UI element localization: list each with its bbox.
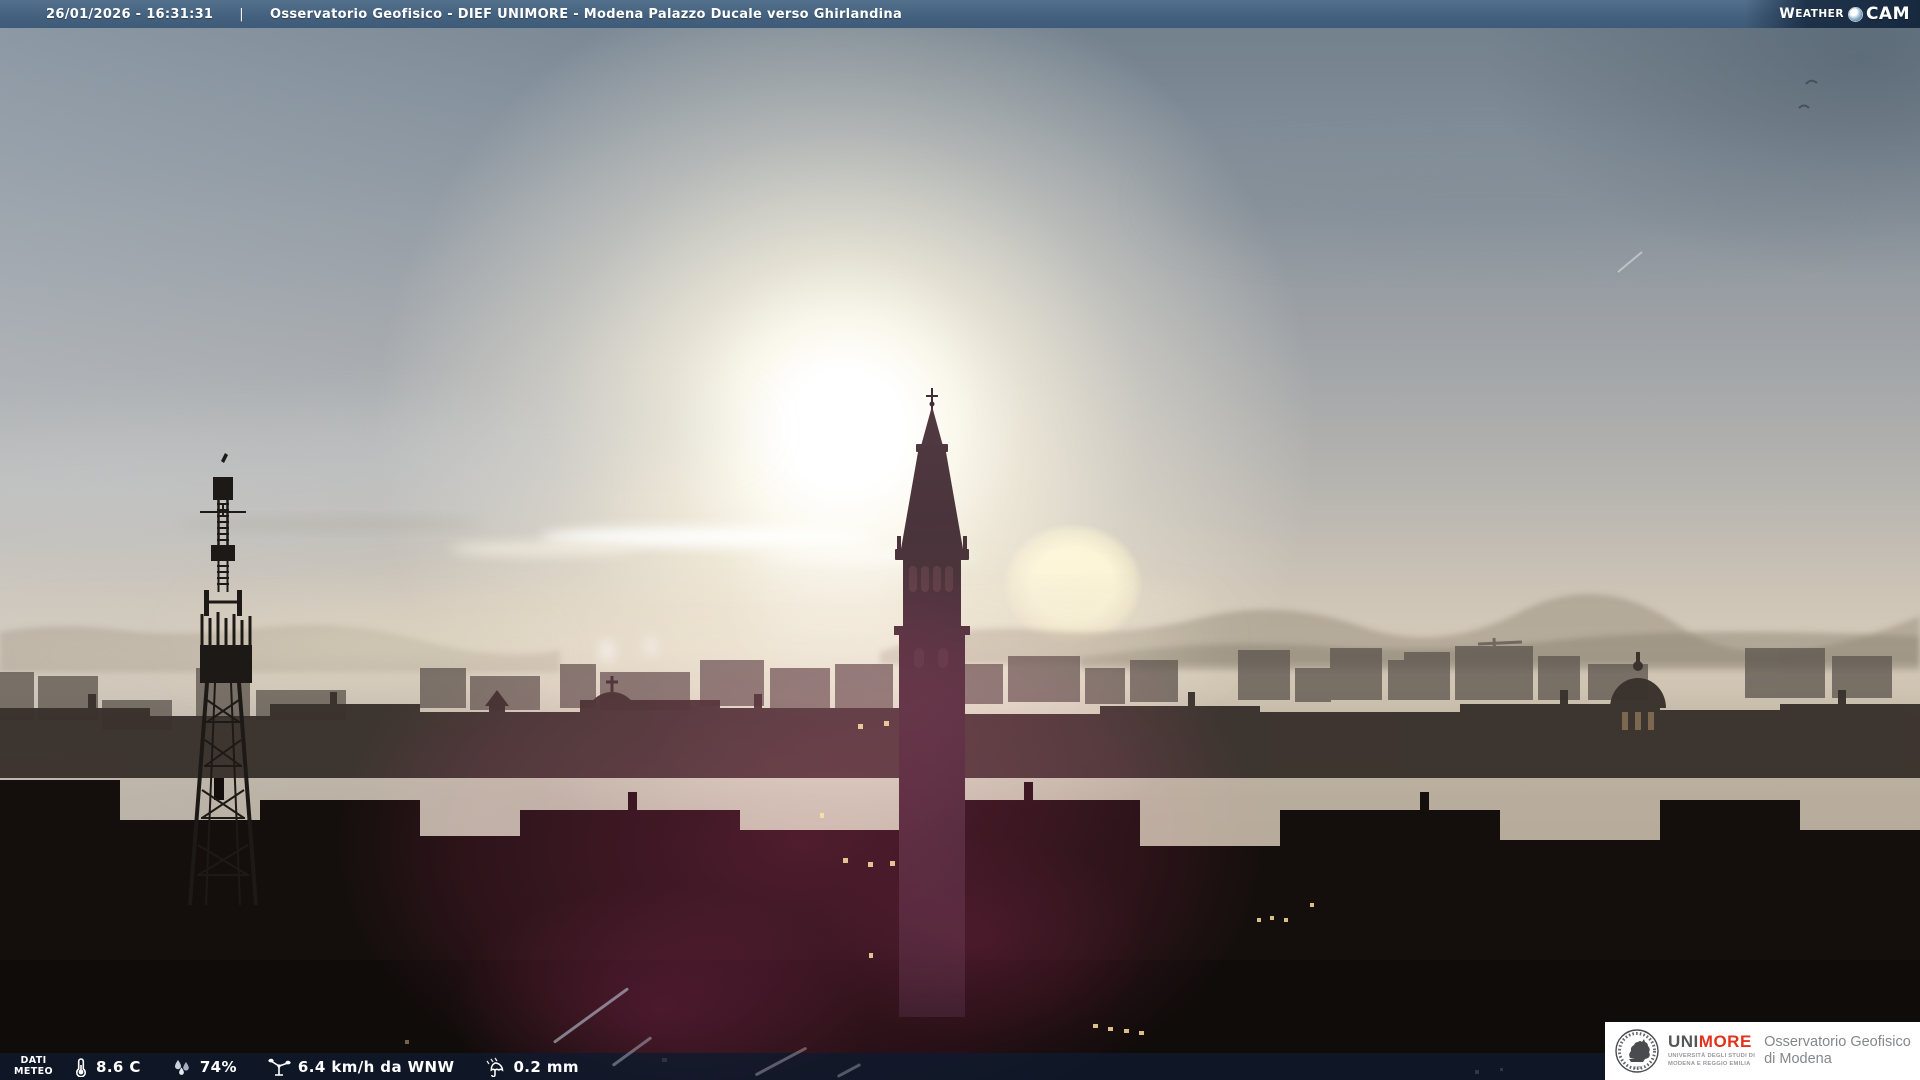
rain-umbrella-icon xyxy=(486,1057,504,1077)
timestamp-bar: 26/01/2026 - 16:31:31 | Osservatorio Geo… xyxy=(0,0,1920,28)
wind-value: 6.4 km/h da WNW xyxy=(297,1057,455,1076)
wind-item: 6.4 km/h da WNW xyxy=(267,1057,455,1077)
webcam-photo-scene xyxy=(0,79,1920,1080)
thermometer-icon xyxy=(76,1057,86,1077)
rain-value: 0.2 mm xyxy=(513,1057,579,1076)
datetime-text: 26/01/2026 - 16:31:31 xyxy=(46,6,214,22)
unimore-logo-box: 1175 UNIMORE UNIVERSITÀ DEGLI STUDI DI M… xyxy=(1605,1022,1920,1080)
weathercam-logo-w: W xyxy=(1779,6,1796,22)
weathercam-logo-eather: EATHER xyxy=(1795,8,1844,20)
rain-item: 0.2 mm xyxy=(484,1057,579,1077)
unimore-seal-icon: 1175 xyxy=(1615,1029,1659,1073)
observatory-name: Osservatorio Geofisico di Modena xyxy=(1764,1033,1911,1067)
separator-text: | xyxy=(239,6,244,22)
unimore-uni-text: UNI xyxy=(1668,1032,1699,1052)
unimore-more-text: MORE xyxy=(1698,1032,1752,1052)
humidity-item: 74% xyxy=(171,1057,237,1077)
humidity-drops-icon xyxy=(174,1059,189,1075)
birds xyxy=(1798,79,1818,109)
webcam-page: 26/01/2026 - 16:31:31 | Osservatorio Geo… xyxy=(0,0,1920,1080)
dati-meteo-label: DATI METEO xyxy=(14,1054,53,1077)
camera-title-text: Osservatorio Geofisico - DIEF UNIMORE - … xyxy=(269,6,903,22)
contrail xyxy=(1617,251,1643,273)
globe-icon xyxy=(1848,7,1862,21)
temperature-item: 8.6 C xyxy=(73,1057,141,1077)
humidity-value: 74% xyxy=(199,1057,237,1076)
university-subtitle: UNIVERSITÀ DEGLI STUDI DI MODENA E REGGI… xyxy=(1668,1053,1756,1067)
temperature-value: 8.6 C xyxy=(96,1057,141,1076)
weathercam-logo-cam: CAM xyxy=(1865,4,1910,24)
weathercam-logo: W EATHER CAM xyxy=(1745,0,1920,28)
unimore-wordmark: UNIMORE UNIVERSITÀ DEGLI STUDI DI MODENA… xyxy=(1668,1033,1755,1069)
anemometer-icon xyxy=(268,1058,291,1076)
svg-text:1175: 1175 xyxy=(1633,1065,1641,1070)
